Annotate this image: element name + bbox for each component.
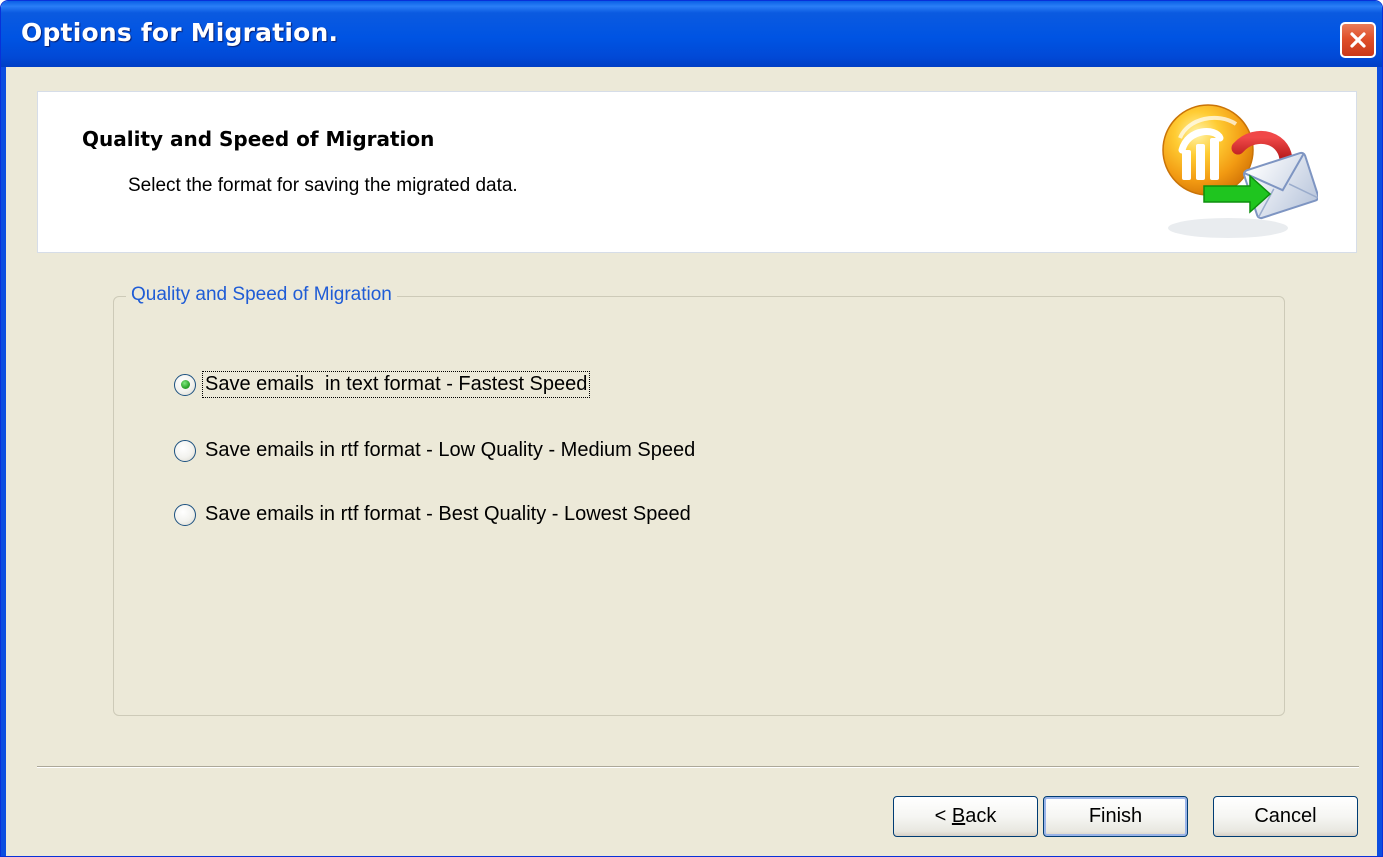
title-bar[interactable]: Options for Migration.	[1, 1, 1382, 67]
header-subtitle: Select the format for saving the migrate…	[128, 175, 518, 196]
radio-button[interactable]	[174, 439, 196, 462]
option-rtf-best-quality[interactable]: Save emails in rtf format - Best Quality…	[174, 502, 693, 527]
back-button-prefix: <	[934, 805, 952, 827]
footer-divider	[37, 766, 1359, 768]
option-label[interactable]: Save emails in text format - Fastest Spe…	[201, 371, 591, 398]
radio-button-selected[interactable]	[174, 373, 196, 396]
finish-button[interactable]: Finish	[1043, 796, 1188, 837]
window-frame-left	[1, 67, 6, 856]
header-title: Quality and Speed of Migration	[82, 127, 435, 151]
migration-options-group: Quality and Speed of Migration Save emai…	[113, 284, 1285, 716]
close-icon	[1350, 32, 1366, 48]
window-frame-right	[1377, 67, 1382, 856]
back-button-rest: ack	[965, 805, 997, 827]
lotus-to-mail-migration-icon	[1162, 104, 1318, 238]
cancel-button[interactable]: Cancel	[1213, 796, 1358, 837]
group-legend: Quality and Speed of Migration	[126, 284, 397, 306]
option-text-format[interactable]: Save emails in text format - Fastest Spe…	[174, 371, 591, 398]
back-button-accelerator: B	[951, 805, 966, 827]
window-title: Options for Migration.	[21, 18, 339, 47]
option-label[interactable]: Save emails in rtf format - Low Quality …	[203, 438, 697, 463]
close-button[interactable]	[1340, 22, 1376, 58]
option-rtf-low-quality[interactable]: Save emails in rtf format - Low Quality …	[174, 438, 697, 463]
option-label[interactable]: Save emails in rtf format - Best Quality…	[203, 502, 693, 527]
back-button[interactable]: < Back	[893, 796, 1038, 837]
dialog-window: Options for Migration. Quality and Speed…	[0, 0, 1383, 857]
radio-button[interactable]	[174, 503, 196, 526]
wizard-header: Quality and Speed of Migration Select th…	[37, 91, 1357, 253]
radio-dot	[180, 380, 190, 389]
